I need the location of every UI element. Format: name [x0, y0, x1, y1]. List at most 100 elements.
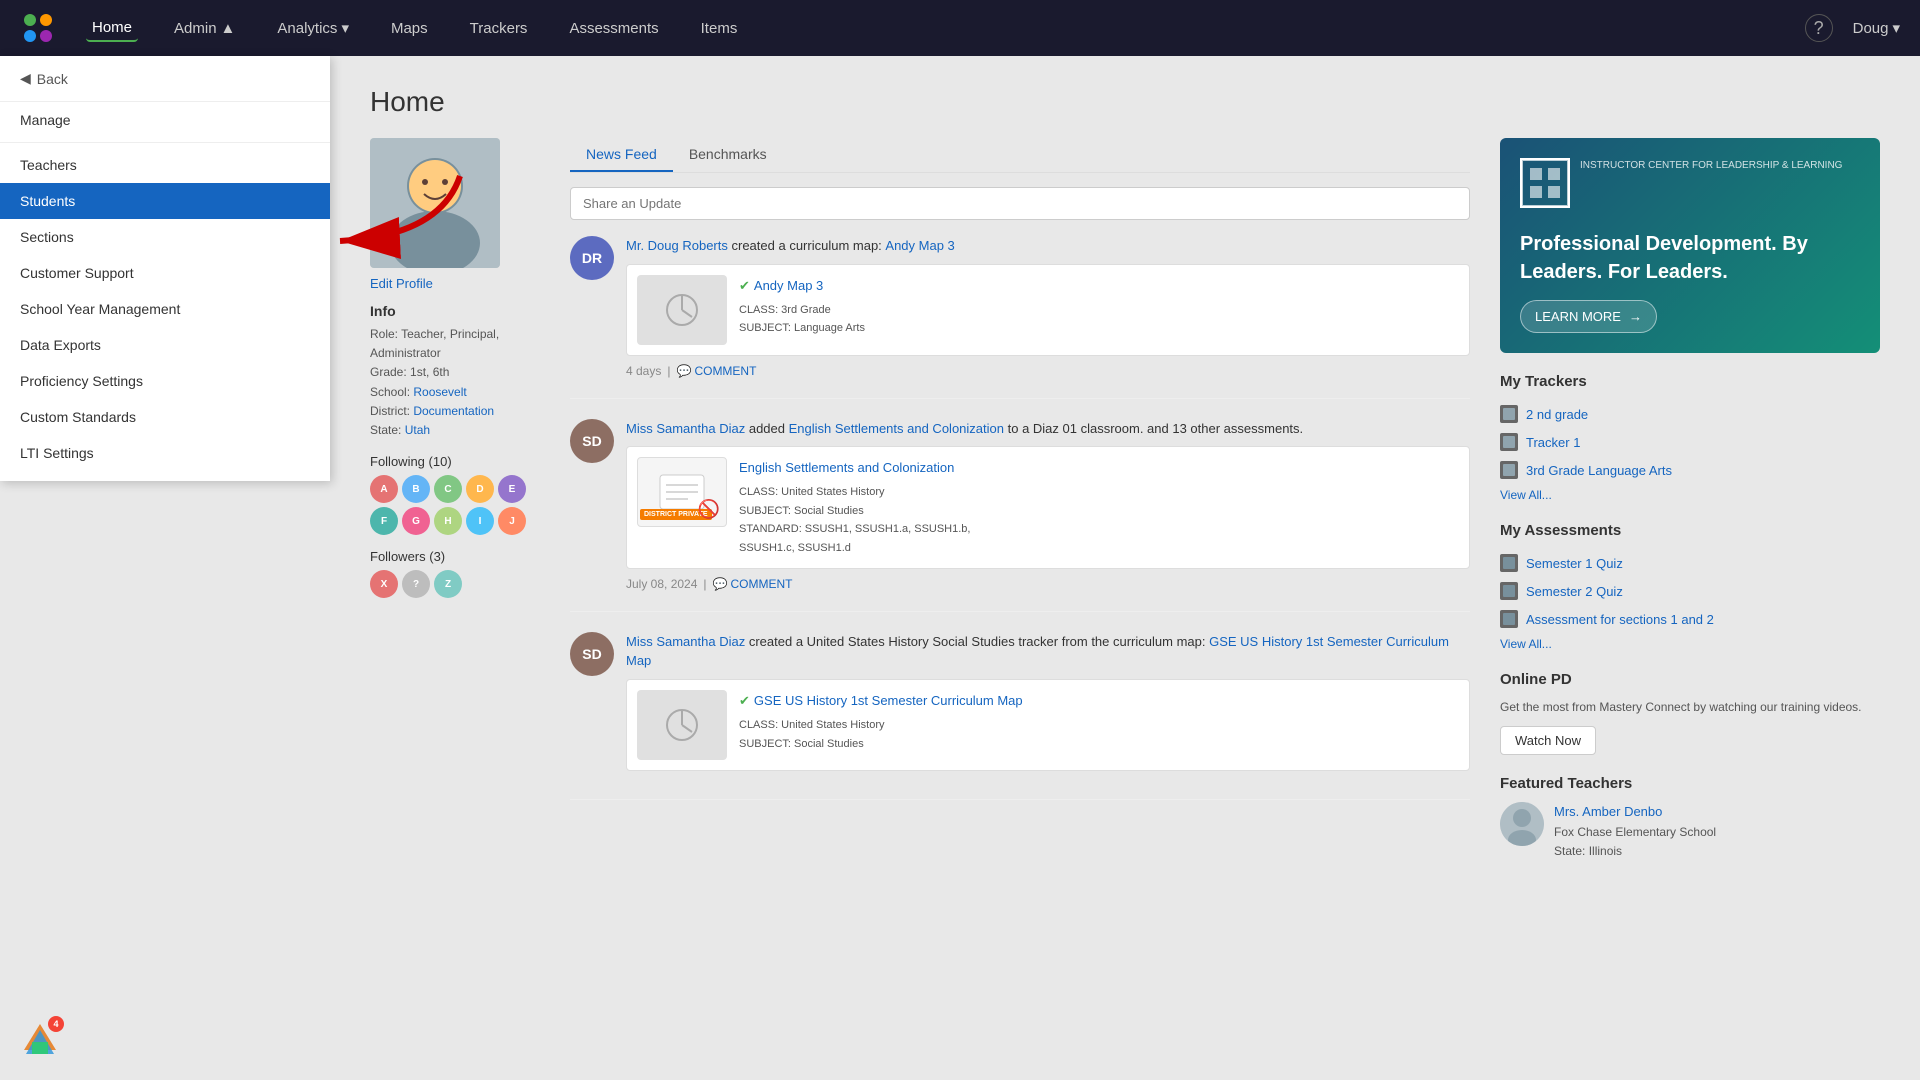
nav-right-area: ? Doug ▾ [1805, 14, 1900, 42]
assessment-item-1[interactable]: Semester 1 Quiz [1500, 549, 1880, 577]
follower-avatar-6[interactable]: F [370, 507, 398, 535]
edit-profile-link[interactable]: Edit Profile [370, 276, 550, 291]
follower-avatar-5[interactable]: E [498, 475, 526, 503]
tracker-item-2[interactable]: Tracker 1 [1500, 428, 1880, 456]
followers-avatars: X ? Z [370, 570, 530, 598]
district-link[interactable]: Documentation [413, 404, 494, 418]
dropdown-school-year[interactable]: School Year Management [0, 291, 330, 327]
follower-avatar-2[interactable]: B [402, 475, 430, 503]
feed-map-link-1[interactable]: Andy Map 3 [885, 238, 954, 253]
right-column: INSTRUCTOR CENTER FOR LEADERSHIP & LEARN… [1500, 138, 1880, 881]
promo-text: Professional Development. By Leaders. Fo… [1520, 230, 1860, 286]
nav-trackers[interactable]: Trackers [464, 16, 534, 41]
assessment-icon-2 [1500, 582, 1518, 600]
comment-btn-1[interactable]: 💬 COMMENT [676, 364, 756, 378]
follower-avatar-f1[interactable]: X [370, 570, 398, 598]
teacher-name-1[interactable]: Mrs. Amber Denbo [1554, 802, 1716, 823]
following-label: Following (10) [370, 454, 550, 469]
my-trackers-section: My Trackers 2 nd grade Tracker 1 [1500, 373, 1880, 502]
dropdown-teachers[interactable]: Teachers [0, 147, 330, 183]
feed-item-2: SD Miss Samantha Diaz added English Sett… [570, 419, 1470, 612]
nav-assessments[interactable]: Assessments [563, 16, 664, 41]
dropdown-custom-standards[interactable]: Custom Standards [0, 399, 330, 435]
nav-admin[interactable]: Admin ▲ [168, 16, 241, 41]
my-assessments-section: My Assessments Semester 1 Quiz Semester … [1500, 522, 1880, 651]
dropdown-sections[interactable]: Sections [0, 219, 330, 255]
profile-role: Role: Teacher, Principal, [370, 325, 550, 344]
feed-card-thumb-1 [637, 275, 727, 345]
school-link[interactable]: Roosevelt [413, 385, 466, 399]
assessment-item-3[interactable]: Assessment for sections 1 and 2 [1500, 605, 1880, 633]
dropdown-data-exports[interactable]: Data Exports [0, 327, 330, 363]
state-link[interactable]: Utah [405, 423, 430, 437]
profile-grade: Grade: 1st, 6th [370, 363, 550, 382]
feed-content-3: Miss Samantha Diaz created a United Stat… [626, 632, 1470, 779]
dropdown-proficiency[interactable]: Proficiency Settings [0, 363, 330, 399]
left-column: Edit Profile Info Role: Teacher, Princip… [370, 138, 1470, 881]
follower-avatar-1[interactable]: A [370, 475, 398, 503]
page-title: Home [370, 86, 1880, 118]
follower-avatar-3[interactable]: C [434, 475, 462, 503]
assessments-title: My Assessments [1500, 522, 1880, 539]
feed-avatar-1: DR [570, 236, 614, 280]
nav-maps[interactable]: Maps [385, 16, 434, 41]
profile-photo [370, 138, 500, 268]
tracker-item-1[interactable]: 2 nd grade [1500, 400, 1880, 428]
assessment-item-2[interactable]: Semester 2 Quiz [1500, 577, 1880, 605]
assessments-view-all[interactable]: View All... [1500, 637, 1880, 651]
feed-text-1: Mr. Doug Roberts created a curriculum ma… [626, 236, 1470, 256]
featured-teacher-1: Mrs. Amber Denbo Fox Chase Elementary Sc… [1500, 802, 1880, 861]
tracker-icon-3 [1500, 461, 1518, 479]
info-title: Info [370, 303, 550, 319]
user-menu[interactable]: Doug ▾ [1853, 19, 1900, 37]
feed-user-link-2[interactable]: Miss Samantha Diaz [626, 421, 745, 436]
promo-learn-more-btn[interactable]: LEARN MORE → [1520, 300, 1657, 333]
dropdown-lti-settings[interactable]: LTI Settings [0, 435, 330, 471]
mastery-connect-icon: 4 [20, 1020, 60, 1060]
comment-btn-2[interactable]: 💬 COMMENT [713, 577, 793, 591]
online-pd-title: Online PD [1500, 671, 1880, 688]
tab-benchmarks[interactable]: Benchmarks [673, 138, 783, 172]
follower-avatar-8[interactable]: H [434, 507, 462, 535]
feed-card-title-1[interactable]: ✔Andy Map 3 [739, 275, 865, 297]
feed-card-title-2[interactable]: English Settlements and Colonization [739, 457, 970, 479]
share-update-input[interactable] [570, 187, 1470, 220]
watch-now-button[interactable]: Watch Now [1500, 726, 1596, 755]
dropdown-students[interactable]: Students [0, 183, 330, 219]
profile-role2: Administrator [370, 344, 550, 363]
featured-teachers-section: Featured Teachers Mrs. Amber Denbo Fox C… [1500, 775, 1880, 861]
follower-avatar-f2[interactable]: ? [402, 570, 430, 598]
teacher-info-1: Mrs. Amber Denbo Fox Chase Elementary Sc… [1554, 802, 1716, 861]
tab-newsfeed[interactable]: News Feed [570, 138, 673, 172]
nav-items[interactable]: Items [695, 16, 744, 41]
dropdown-customer-support[interactable]: Customer Support [0, 255, 330, 291]
dropdown-manage[interactable]: Manage [0, 102, 330, 138]
feed-user-link-1[interactable]: Mr. Doug Roberts [626, 238, 728, 253]
follower-avatar-9[interactable]: I [466, 507, 494, 535]
followers-label: Followers (3) [370, 549, 550, 564]
feed-card-title-3[interactable]: ✔GSE US History 1st Semester Curriculum … [739, 690, 1023, 712]
follower-avatar-10[interactable]: J [498, 507, 526, 535]
top-navigation: Home Admin ▲ Analytics ▾ Maps Trackers A… [0, 0, 1920, 56]
news-feed-section: News Feed Benchmarks DR Mr. Doug Roberts… [570, 138, 1470, 881]
followers-section: Followers (3) X ? Z [370, 549, 550, 598]
feed-user-link-3[interactable]: Miss Samantha Diaz [626, 634, 745, 649]
feed-assess-link-2[interactable]: English Settlements and Colonization [789, 421, 1004, 436]
feed-card-thumb-2: DISTRICT PRIVATE 🚫 [637, 457, 727, 527]
nav-analytics[interactable]: Analytics ▾ [271, 15, 355, 41]
online-pd-section: Online PD Get the most from Mastery Conn… [1500, 671, 1880, 755]
follower-avatar-4[interactable]: D [466, 475, 494, 503]
help-button[interactable]: ? [1805, 14, 1833, 42]
profile-card: Edit Profile Info Role: Teacher, Princip… [370, 138, 550, 881]
app-logo[interactable] [20, 10, 56, 46]
trackers-view-all[interactable]: View All... [1500, 488, 1880, 502]
profile-school: School: Roosevelt [370, 383, 550, 402]
dropdown-back-button[interactable]: ◀ Back [0, 56, 330, 102]
feed-avatar-3: SD [570, 632, 614, 676]
follower-avatar-f3[interactable]: Z [434, 570, 462, 598]
tracker-item-3[interactable]: 3rd Grade Language Arts [1500, 456, 1880, 484]
bottom-logo[interactable]: 4 [20, 1020, 60, 1060]
nav-home[interactable]: Home [86, 15, 138, 42]
online-pd-desc: Get the most from Mastery Connect by wat… [1500, 698, 1880, 716]
follower-avatar-7[interactable]: G [402, 507, 430, 535]
